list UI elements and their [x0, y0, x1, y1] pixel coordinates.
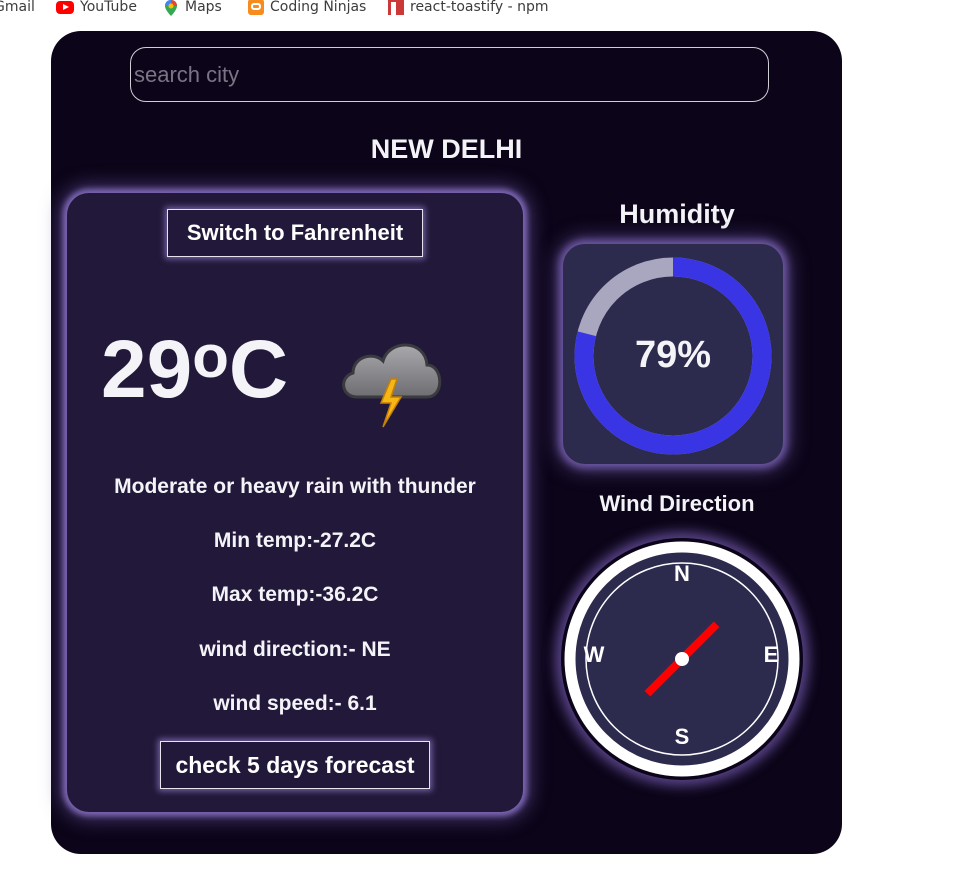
bookmark-label: Maps — [185, 0, 222, 15]
degree-symbol: o — [192, 323, 229, 390]
min-temp: Min temp:-27.2C — [213, 529, 377, 552]
wind-speed-text: wind speed:- 6.1 — [213, 692, 377, 715]
thunder-cloud-icon — [333, 327, 447, 439]
forecast-button[interactable]: check 5 days forecast — [160, 741, 430, 789]
npm-icon — [388, 0, 404, 15]
bookmarks-bar: Gmail YouTube Maps Coding Ninjas react-t… — [0, 0, 972, 18]
wind-compass: N E S W — [561, 538, 803, 780]
compass-west: W — [583, 642, 605, 667]
bookmark-label: Gmail — [0, 0, 35, 15]
switch-unit-button[interactable]: Switch to Fahrenheit — [167, 209, 423, 257]
wind-direction-text: wind direction:- NE — [199, 638, 391, 661]
bookmark-react-toastify[interactable]: react-toastify - npm — [388, 0, 549, 16]
bookmark-youtube[interactable]: YouTube — [56, 0, 137, 16]
city-name: NEW DELHI — [370, 134, 523, 164]
weather-panel: Switch to Fahrenheit 29oC Moderate or he… — [67, 193, 523, 812]
bookmark-maps[interactable]: Maps — [163, 0, 222, 16]
bookmark-label: Coding Ninjas — [270, 0, 367, 15]
humidity-title: Humidity — [619, 199, 735, 229]
compass-center — [675, 652, 689, 666]
wind-direction-title: Wind Direction — [599, 491, 755, 516]
youtube-icon — [56, 0, 74, 14]
bookmark-label: YouTube — [80, 0, 137, 15]
compass-east: E — [763, 642, 779, 667]
temperature-unit: C — [228, 324, 289, 415]
humidity-value: 79% — [634, 334, 712, 376]
temperature-value: 29 — [101, 324, 193, 415]
coding-ninjas-icon — [248, 0, 264, 15]
maps-icon — [163, 0, 179, 16]
weather-condition: Moderate or heavy rain with thunder — [114, 475, 476, 498]
bookmark-gmail[interactable]: Gmail — [0, 0, 35, 16]
bookmark-coding-ninjas[interactable]: Coding Ninjas — [248, 0, 366, 16]
humidity-gauge-card: 79% — [563, 244, 783, 464]
weather-app-card: NEW DELHI Switch to Fahrenheit 29oC Mode… — [51, 31, 842, 854]
max-temp: Max temp:-36.2C — [211, 583, 379, 606]
compass-south: S — [674, 724, 690, 749]
bookmark-label: react-toastify - npm — [410, 0, 549, 15]
search-input[interactable] — [130, 47, 769, 102]
compass-north: N — [674, 561, 690, 586]
temperature: 29oC — [101, 323, 288, 417]
